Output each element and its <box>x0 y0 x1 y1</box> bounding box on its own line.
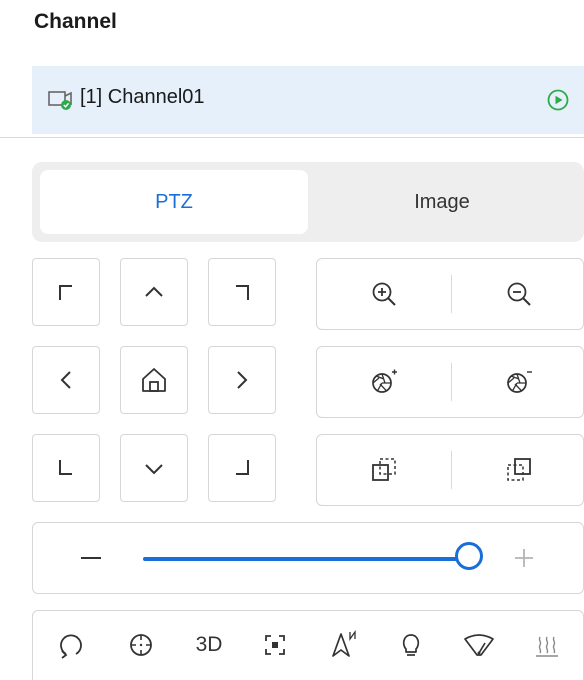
zoom-out-button[interactable] <box>452 259 584 329</box>
wiper-button[interactable] <box>459 625 499 665</box>
zoom-control-group <box>316 258 584 330</box>
zoom-in-button[interactable] <box>317 259 450 329</box>
tab-image[interactable]: Image <box>308 170 576 234</box>
pan-left-button[interactable] <box>32 346 100 414</box>
arrow-up-icon <box>142 280 166 304</box>
wiper-icon <box>462 631 496 659</box>
heater-button[interactable] <box>527 625 567 665</box>
arrow-left-icon <box>54 368 78 392</box>
iris-control-group <box>316 346 584 418</box>
focus-frame-icon <box>261 631 289 659</box>
speed-slider-thumb[interactable] <box>455 542 483 570</box>
tab-ptz[interactable]: PTZ <box>40 170 308 234</box>
north-direction-button[interactable] <box>323 625 363 665</box>
channel-list-item[interactable]: [1] Channel01 <box>32 66 584 134</box>
section-title: Channel <box>34 10 117 33</box>
focus-frame-button[interactable] <box>255 625 295 665</box>
pan-up-right-button[interactable] <box>208 258 276 326</box>
arrow-right-icon <box>230 368 254 392</box>
channel-label: [1] Channel01 <box>80 86 205 108</box>
speed-increase-button[interactable] <box>511 545 537 571</box>
iris-close-icon <box>504 367 534 397</box>
pan-right-button[interactable] <box>208 346 276 414</box>
pan-down-left-button[interactable] <box>32 434 100 502</box>
light-button[interactable] <box>391 625 431 665</box>
speed-decrease-button[interactable] <box>77 546 105 570</box>
home-button[interactable] <box>120 346 188 414</box>
iris-open-button[interactable] <box>317 347 450 417</box>
auto-scan-icon <box>57 631 85 659</box>
play-icon[interactable] <box>547 89 569 111</box>
3d-positioning-button[interactable]: 3D <box>189 625 229 665</box>
tilt-down-button[interactable] <box>120 434 188 502</box>
arrow-up-left-icon <box>54 280 78 304</box>
ptz-toolbar: 3D <box>32 610 584 680</box>
preset-crosshair-icon <box>127 631 155 659</box>
arrow-down-icon <box>142 456 166 480</box>
tilt-up-button[interactable] <box>120 258 188 326</box>
zoom-in-icon <box>370 280 398 308</box>
zoom-out-icon <box>505 280 533 308</box>
focus-far-icon <box>504 455 534 485</box>
arrow-down-left-icon <box>54 456 78 480</box>
focus-near-button[interactable] <box>317 435 450 505</box>
iris-open-icon <box>369 367 399 397</box>
plus-icon <box>511 545 537 571</box>
arrow-down-right-icon <box>230 456 254 480</box>
focus-control-group <box>316 434 584 506</box>
iris-close-button[interactable] <box>452 347 584 417</box>
auto-scan-button[interactable] <box>51 625 91 665</box>
light-bulb-icon <box>397 631 425 659</box>
preset-button[interactable] <box>121 625 161 665</box>
camera-channel-icon <box>48 89 74 111</box>
pan-up-left-button[interactable] <box>32 258 100 326</box>
speed-slider-track[interactable] <box>143 557 471 561</box>
tab-bar: PTZ Image <box>32 162 584 242</box>
home-icon <box>139 365 169 395</box>
divider <box>0 137 584 138</box>
focus-near-icon <box>369 455 399 485</box>
heater-icon <box>533 631 561 659</box>
3d-positioning-icon: 3D <box>195 633 223 656</box>
focus-far-button[interactable] <box>452 435 584 505</box>
pan-down-right-button[interactable] <box>208 434 276 502</box>
north-arrow-icon <box>328 630 358 660</box>
minus-icon <box>77 546 105 570</box>
ptz-speed-control <box>32 522 584 594</box>
arrow-up-right-icon <box>230 280 254 304</box>
